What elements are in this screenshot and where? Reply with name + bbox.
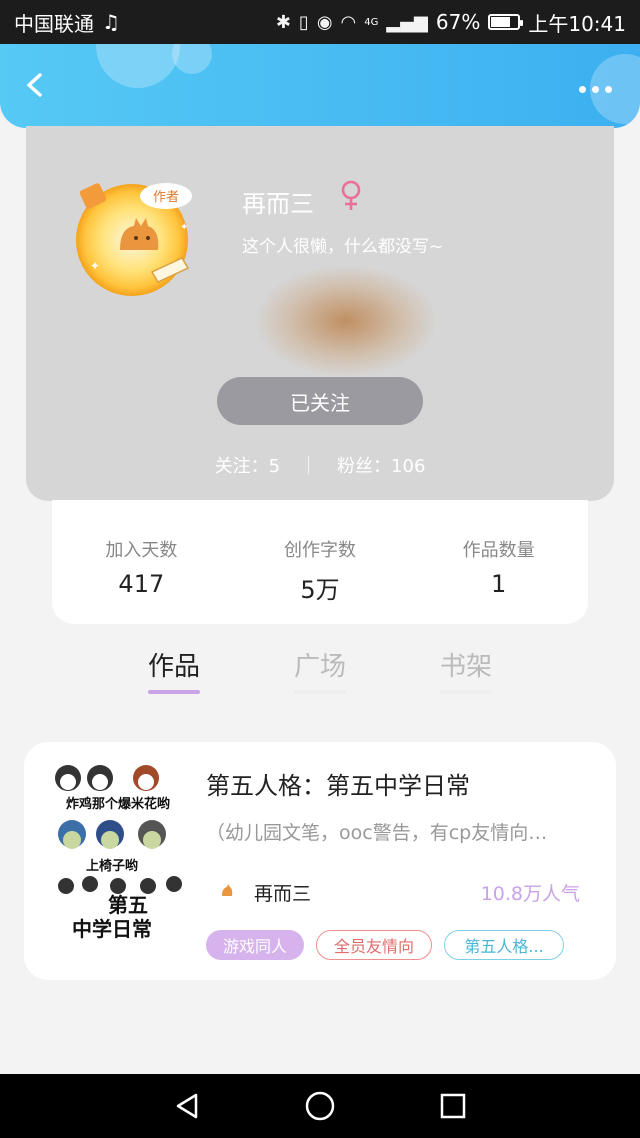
battery-percent: 67% [435,10,481,34]
tab-label: 作品 [147,652,200,682]
stat-word-count: 创作字数 5万 [240,536,400,605]
tag-identity-v[interactable]: 第五人格... [444,930,564,960]
cover-title: 第五 [108,893,148,917]
stat-label: 加入天数 [105,540,178,561]
popularity-count: 10.8万人气 [480,883,580,905]
blurred-decoration [256,266,436,376]
followers-label: 粉丝： [337,456,392,477]
system-nav-bar [0,1074,640,1138]
music-icon: ♫ [102,10,120,34]
author-avatar-icon [222,884,233,896]
followers-stat[interactable]: 粉丝：106 [337,452,425,478]
avatar-badge-text: 作者 [153,190,179,205]
followed-button[interactable]: 已关注 [217,377,423,425]
following-count: 5 [268,456,281,477]
tab-indicator [294,690,346,694]
svg-text:✦: ✦ [180,222,188,233]
tab-square[interactable]: 广场 [247,636,393,716]
network-label: 4G [364,16,379,28]
tab-label: 广场 [293,652,346,682]
battery-icon [488,14,524,30]
following-stat[interactable]: 关注：5 [215,452,280,478]
stat-label: 作品数量 [462,540,535,561]
tab-works[interactable]: 作品 [101,636,247,716]
wifi-icon: ◠ [340,11,357,33]
stat-value: 5万 [300,576,340,604]
clock: 上午10:41 [528,11,626,36]
bluetooth-icon: ✱ [275,11,291,33]
avatar[interactable]: 作者 ✦ ✦ [70,170,200,300]
stat-value: 1 [491,570,507,598]
divider [308,456,310,474]
signal-icon: ▂▄▆ [386,11,428,33]
back-arrow-icon[interactable] [22,72,48,98]
profile-bio: 这个人很懒，什么都没写~ [242,237,444,257]
stat-join-days: 加入天数 417 [61,536,221,598]
profile-card: 作者 ✦ ✦ 再而三 这个人很懒，什么都没写~ 已关注 关注：5 粉丝：106 [26,126,614,501]
stat-value: 417 [118,570,165,598]
vibrate-icon: ▯ [298,11,309,33]
stat-label: 创作字数 [283,540,356,561]
work-card[interactable]: 炸鸡那个爆米花哟 上椅子哟 第五 中学日常 第五人格：第五中学日常 （幼儿园文笔… [24,742,616,980]
bubble-decor [172,44,212,74]
status-bar: 中国联通 ♫ ✱ ▯ ◉ ◠ 4G ▂▄▆ 67% 上午10:41 [0,0,640,44]
followers-count: 106 [391,456,426,477]
cover-title: 中学日常 [72,917,152,941]
female-gender-icon [341,180,361,210]
work-author: 再而三 [254,883,312,905]
tab-bookshelf[interactable]: 书架 [393,636,539,716]
eye-icon: ◉ [316,11,333,33]
more-options-icon[interactable] [579,86,612,93]
author-name: 再而三 [242,190,314,218]
book-cover[interactable]: 炸鸡那个爆米花哟 上椅子哟 第五 中学日常 [48,762,188,944]
work-title[interactable]: 第五人格：第五中学日常 [206,766,470,801]
stats-card: 加入天数 417 创作字数 5万 作品数量 1 [52,500,588,624]
nav-back-icon[interactable] [167,1086,207,1126]
follow-stats: 关注：5 粉丝：106 [26,452,614,478]
carrier-label: 中国联通 [14,11,94,36]
stat-work-count: 作品数量 1 [419,536,579,598]
cover-text: 炸鸡那个爆米花哟 [66,796,170,812]
bubble-decor [96,44,180,88]
tag-friendship[interactable]: 全员友情向 [316,930,432,960]
tab-label: 书架 [439,652,492,682]
nav-home-icon[interactable] [300,1086,340,1126]
tab-indicator [148,690,200,694]
profile-tabs: 作品 广场 书架 [0,636,640,716]
work-description: （幼儿园文笔，ooc警告，有cp友情向… [206,822,548,844]
tab-indicator [440,690,492,694]
cover-text: 上椅子哟 [86,858,138,874]
following-label: 关注： [214,456,269,477]
svg-text:✦: ✦ [90,259,100,273]
tag-game-fanfic[interactable]: 游戏同人 [206,930,304,960]
app-header [0,44,640,128]
nav-recents-icon[interactable] [433,1086,473,1126]
